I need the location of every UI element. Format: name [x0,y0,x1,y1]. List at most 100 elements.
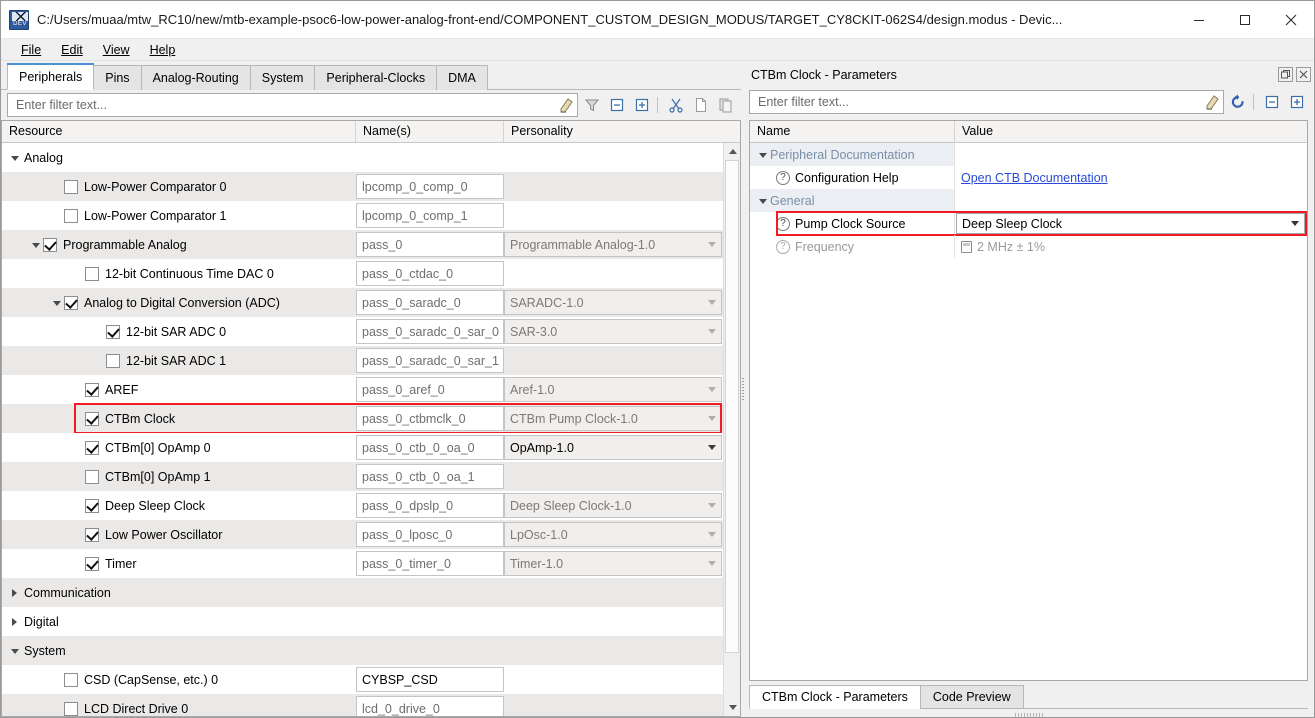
chevron-down-icon[interactable] [708,561,716,566]
tab-pins[interactable]: Pins [93,65,142,90]
resource-name-input[interactable]: pass_0_aref_0 [356,377,504,402]
resource-name-input[interactable]: pass_0_ctbmclk_0 [356,406,504,431]
collapse-all-icon[interactable] [606,94,628,116]
parameter-row[interactable]: ? Pump Clock Source Deep Sleep Clock [750,211,1307,236]
tree-row[interactable]: 12-bit SAR ADC 0 pass_0_saradc_0_sar_0 SAR… [2,317,723,346]
scroll-track[interactable] [724,160,740,699]
panel-resize-grip[interactable] [1014,713,1045,717]
chevron-down-icon[interactable] [708,445,716,450]
help-icon[interactable]: ? [776,239,790,254]
tree-row[interactable]: AREF pass_0_aref_0 Aref-1.0 [2,375,723,404]
resource-checkbox[interactable] [43,237,57,252]
chevron-down-icon[interactable] [8,644,22,658]
tree-row[interactable]: CTBm Clock pass_0_ctbmclk_0 CTBm Pump Cloc… [2,403,723,434]
resource-name-input[interactable]: pass_0_saradc_0_sar_0 [356,319,504,344]
help-icon[interactable]: ? [776,170,790,185]
tree-row[interactable]: 12-bit SAR ADC 1 pass_0_saradc_0_sar_1 [2,346,723,375]
resource-name-input[interactable]: lcd_0_drive_0 [356,696,504,716]
resource-name-input[interactable]: pass_0_lposc_0 [356,522,504,547]
resource-checkbox[interactable] [106,353,120,368]
expand-all-icon[interactable] [1286,91,1308,113]
clear-filter-icon[interactable] [557,96,575,114]
resource-checkbox[interactable] [85,382,99,397]
parameters-filter-box[interactable] [749,90,1224,114]
peripherals-filter-box[interactable] [7,93,578,117]
refresh-icon[interactable] [1227,91,1249,113]
personality-combo[interactable]: Aref-1.0 [504,377,722,402]
resource-name-input[interactable]: CYBSP_CSD [356,667,504,692]
chevron-down-icon[interactable] [756,148,770,162]
bottom-tab-code-preview[interactable]: Code Preview [919,685,1024,709]
tab-analog-routing[interactable]: Analog-Routing [140,65,251,90]
resource-name-input[interactable]: lpcomp_0_comp_0 [356,174,504,199]
tree-row[interactable]: Low-Power Comparator 1 lpcomp_0_comp_1 [2,201,723,230]
chevron-down-icon[interactable] [708,329,716,334]
tree-group-row[interactable]: System [2,636,723,665]
tree-row[interactable]: Low Power Oscillator pass_0_lposc_0 LpOsc-… [2,520,723,549]
resource-checkbox[interactable] [64,179,78,194]
chevron-down-icon[interactable] [8,151,22,165]
pump-clock-source-combo[interactable]: Deep Sleep Clock [956,213,1305,234]
menu-view[interactable]: View [93,41,140,59]
chevron-down-icon[interactable] [708,416,716,421]
parameter-row[interactable]: ? Frequency 2 MHz ± 1% [750,235,1307,258]
close-icon[interactable] [1268,1,1314,39]
close-panel-icon[interactable] [1296,67,1311,82]
chevron-right-icon[interactable] [8,586,22,600]
resource-name-input[interactable]: pass_0_dpslp_0 [356,493,504,518]
tab-peripherals[interactable]: Peripherals [7,63,95,90]
tree-row[interactable]: Timer pass_0_timer_0 Timer-1.0 [2,549,723,578]
chevron-down-icon[interactable] [708,532,716,537]
filter-icon[interactable] [581,94,603,116]
resource-checkbox[interactable] [64,701,78,716]
tree-row[interactable]: CTBm[0] OpAmp 0 pass_0_ctb_0_oa_0 OpAmp-1.… [2,433,723,462]
resource-checkbox[interactable] [85,440,99,455]
chevron-down-icon[interactable] [1291,221,1299,226]
tree-row[interactable]: 12-bit Continuous Time DAC 0 pass_0_ctdac… [2,259,723,288]
chevron-down-icon[interactable] [708,503,716,508]
resource-name-input[interactable]: pass_0_saradc_0_sar_1 [356,348,504,373]
parameter-group-row[interactable]: General [750,189,1307,212]
resource-name-input[interactable]: pass_0_ctb_0_oa_0 [356,435,504,460]
resource-name-input[interactable]: pass_0_ctdac_0 [356,261,504,286]
resource-name-input[interactable]: pass_0_ctb_0_oa_1 [356,464,504,489]
tree-group-row[interactable]: Communication [2,578,723,607]
personality-combo[interactable]: Programmable Analog-1.0 [504,232,722,257]
resource-checkbox[interactable] [106,324,120,339]
maximize-icon[interactable] [1222,1,1268,39]
chevron-right-icon[interactable] [8,615,22,629]
tree-row[interactable]: LCD Direct Drive 0 lcd_0_drive_0 [2,694,723,716]
resource-checkbox[interactable] [85,411,99,426]
tree-row[interactable]: Programmable Analog pass_0 Programmable An… [2,230,723,259]
tab-peripheral-clocks[interactable]: Peripheral-Clocks [314,65,438,90]
expand-all-icon[interactable] [631,94,653,116]
scroll-thumb[interactable] [725,160,739,653]
help-icon[interactable]: ? [776,216,790,231]
personality-combo[interactable]: SAR-3.0 [504,319,722,344]
resource-name-input[interactable]: pass_0_saradc_0 [356,290,504,315]
resource-checkbox[interactable] [64,208,78,223]
parameter-row[interactable]: ? Configuration Help Open CTB Documentatio… [750,166,1307,189]
resource-name-input[interactable]: pass_0_timer_0 [356,551,504,576]
parameter-group-row[interactable]: Peripheral Documentation [750,143,1307,166]
chevron-down-icon[interactable] [50,296,64,310]
resource-checkbox[interactable] [85,469,99,484]
tree-row[interactable]: Low-Power Comparator 0 lpcomp_0_comp_0 [2,172,723,201]
tab-system[interactable]: System [249,65,316,90]
tree-row[interactable]: Deep Sleep Clock pass_0_dpslp_0 Deep Sleep… [2,491,723,520]
personality-combo[interactable]: LpOsc-1.0 [504,522,722,547]
tab-dma[interactable]: DMA [436,65,488,90]
tree-group-row[interactable]: Analog [2,143,723,172]
tree-row[interactable]: Analog to Digital Conversion (ADC) pass_0… [2,288,723,317]
restore-panel-icon[interactable] [1278,67,1293,82]
tree-group-row[interactable]: Digital [2,607,723,636]
tree-row[interactable]: CSD (CapSense, etc.) 0 CYBSP_CSD [2,665,723,694]
menu-edit[interactable]: Edit [51,41,93,59]
bottom-tab-parameters[interactable]: CTBm Clock - Parameters [749,685,921,709]
personality-combo[interactable]: CTBm Pump Clock-1.0 [504,406,722,431]
personality-combo[interactable]: Deep Sleep Clock-1.0 [504,493,722,518]
resource-name-input[interactable]: lpcomp_0_comp_1 [356,203,504,228]
peripherals-scrollbar[interactable] [723,143,740,716]
scroll-down-icon[interactable] [724,699,740,716]
resource-checkbox[interactable] [85,556,99,571]
